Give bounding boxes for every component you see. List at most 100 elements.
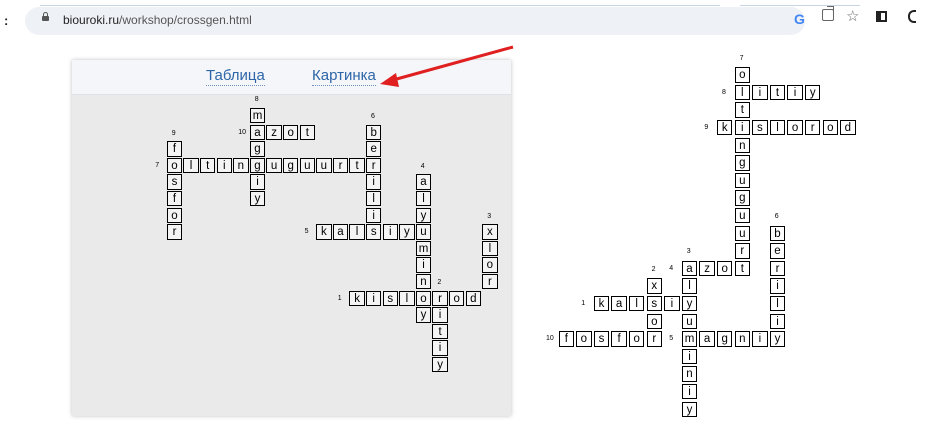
profile-icon[interactable] <box>908 10 916 23</box>
crossword-cell: o <box>822 120 838 136</box>
crossword-cell: a <box>611 296 627 312</box>
crossword-cell: f <box>166 141 183 157</box>
crossword-cell: f <box>166 191 183 207</box>
crossword-cell: s <box>646 296 662 312</box>
view-tabs: Таблица Картинка <box>72 60 511 95</box>
address-bar[interactable]: biouroki.ru/workshop/crossgen.html <box>25 7 805 35</box>
clue-number: 10 <box>238 128 246 136</box>
crossword-cell: l <box>629 296 645 312</box>
crossword-cell: o <box>734 67 750 83</box>
clue-number: 2 <box>651 265 656 273</box>
share-icon[interactable] <box>822 9 834 21</box>
crossword-cell: l <box>769 296 786 312</box>
lock-icon[interactable] <box>42 12 49 21</box>
crossword-cell: i <box>415 257 432 273</box>
crossword-cell: i <box>787 84 803 101</box>
url-text[interactable]: biouroki.ru/workshop/crossgen.html <box>63 13 252 27</box>
crossword-cell: k <box>316 224 332 240</box>
crossword-cell: r <box>482 274 498 290</box>
crossword-cell: t <box>200 157 216 174</box>
star-icon[interactable]: ☆ <box>846 7 859 25</box>
crossword-cell: f <box>558 331 574 347</box>
crossword-cell: s <box>382 290 398 306</box>
tab-table[interactable]: Таблица <box>206 67 265 86</box>
crossword-cell: i <box>366 207 382 223</box>
crossword-cell: i <box>432 340 448 356</box>
crossword-cell: o <box>576 331 592 347</box>
crossword-cell: x <box>482 224 498 240</box>
crossword-cell: o <box>646 313 662 329</box>
crossword-cell: g <box>734 190 750 206</box>
clue-number: 5 <box>669 335 674 343</box>
crossword-cell: r <box>332 157 349 174</box>
clue-number: 1 <box>337 294 342 302</box>
crossword-cell: s <box>366 224 382 240</box>
crossword-cell: s <box>593 331 610 347</box>
clue-number: 5 <box>304 228 309 236</box>
google-icon[interactable]: G <box>794 11 805 27</box>
crossword-cell: x <box>646 278 662 294</box>
crossword-cell: u <box>415 224 432 240</box>
crossword-cell: r <box>646 331 662 347</box>
tab-strip-edge <box>40 0 720 6</box>
crossword-cell: t <box>734 260 750 277</box>
crossword-cell: k <box>593 296 610 312</box>
crossword-cell: g <box>249 141 266 157</box>
clue-number: 8 <box>254 96 259 104</box>
crossword-cell: n <box>734 331 750 347</box>
crossword-cell: g <box>249 157 266 174</box>
crossword-cell: t <box>734 102 750 118</box>
crossword-cell: i <box>734 120 750 136</box>
clue-number: 2 <box>437 279 442 286</box>
crossword-cell: t <box>432 323 448 340</box>
crossword-cell: i <box>752 331 768 347</box>
crossword-cell: m <box>415 240 432 257</box>
crossword-cell: y <box>415 307 432 323</box>
crossword-cell: u <box>734 208 750 224</box>
crossword-cell: o <box>629 331 645 347</box>
crossword-cell: y <box>681 296 698 312</box>
browser-toolbar: : biouroki.ru/workshop/crossgen.html G ☆ <box>0 0 933 40</box>
crossword-cell: g <box>717 331 733 347</box>
clue-number: 6 <box>774 213 779 220</box>
crossword-cell: y <box>399 224 415 240</box>
clue-number: 3 <box>686 248 691 256</box>
crossword-cell: i <box>752 84 768 101</box>
clue-number: 8 <box>722 88 726 96</box>
side-panel-icon[interactable] <box>876 11 887 22</box>
clue-number: 1 <box>581 300 586 307</box>
crossword-cell: a <box>249 124 266 140</box>
crossword-cell: i <box>681 384 698 400</box>
crossword-cell: i <box>216 157 232 174</box>
crossword-cell: i <box>366 290 382 306</box>
crossword-cell: l <box>769 120 786 136</box>
crossword-cell: o <box>166 207 183 223</box>
crossword-cell: l <box>349 224 365 240</box>
crossword-cell: n <box>415 274 432 290</box>
crossword-cell: m <box>249 108 266 124</box>
crossword-cell: o <box>283 124 299 140</box>
crossword-cell: a <box>699 331 715 347</box>
crossword-cell: r <box>166 224 183 240</box>
crossword-cell: l <box>183 157 199 174</box>
crossword-cell: a <box>415 174 432 190</box>
crossword-cell: y <box>681 401 698 417</box>
clue-number: 4 <box>420 162 425 170</box>
crossword-cell: r <box>432 290 448 306</box>
tab-picture[interactable]: Картинка <box>312 67 376 86</box>
crossword-cell: n <box>734 137 750 153</box>
crossword-cell: a <box>332 224 349 240</box>
menu-dots-icon[interactable]: : <box>4 13 8 28</box>
crossword-cell: u <box>266 157 282 174</box>
crossword-cell: b <box>769 225 786 241</box>
crossword-cell: u <box>299 157 315 174</box>
crossword-cell: l <box>415 191 432 207</box>
crossword-cell: s <box>166 174 183 190</box>
crossword-cell: n <box>233 157 249 174</box>
crossword-cell: z <box>699 260 715 277</box>
crossword-cell: o <box>449 290 465 306</box>
crossword-cell: s <box>752 120 768 136</box>
crossword-cell: l <box>399 290 415 306</box>
crossword-cell: y <box>415 207 432 223</box>
crossword-cell: u <box>734 172 750 189</box>
